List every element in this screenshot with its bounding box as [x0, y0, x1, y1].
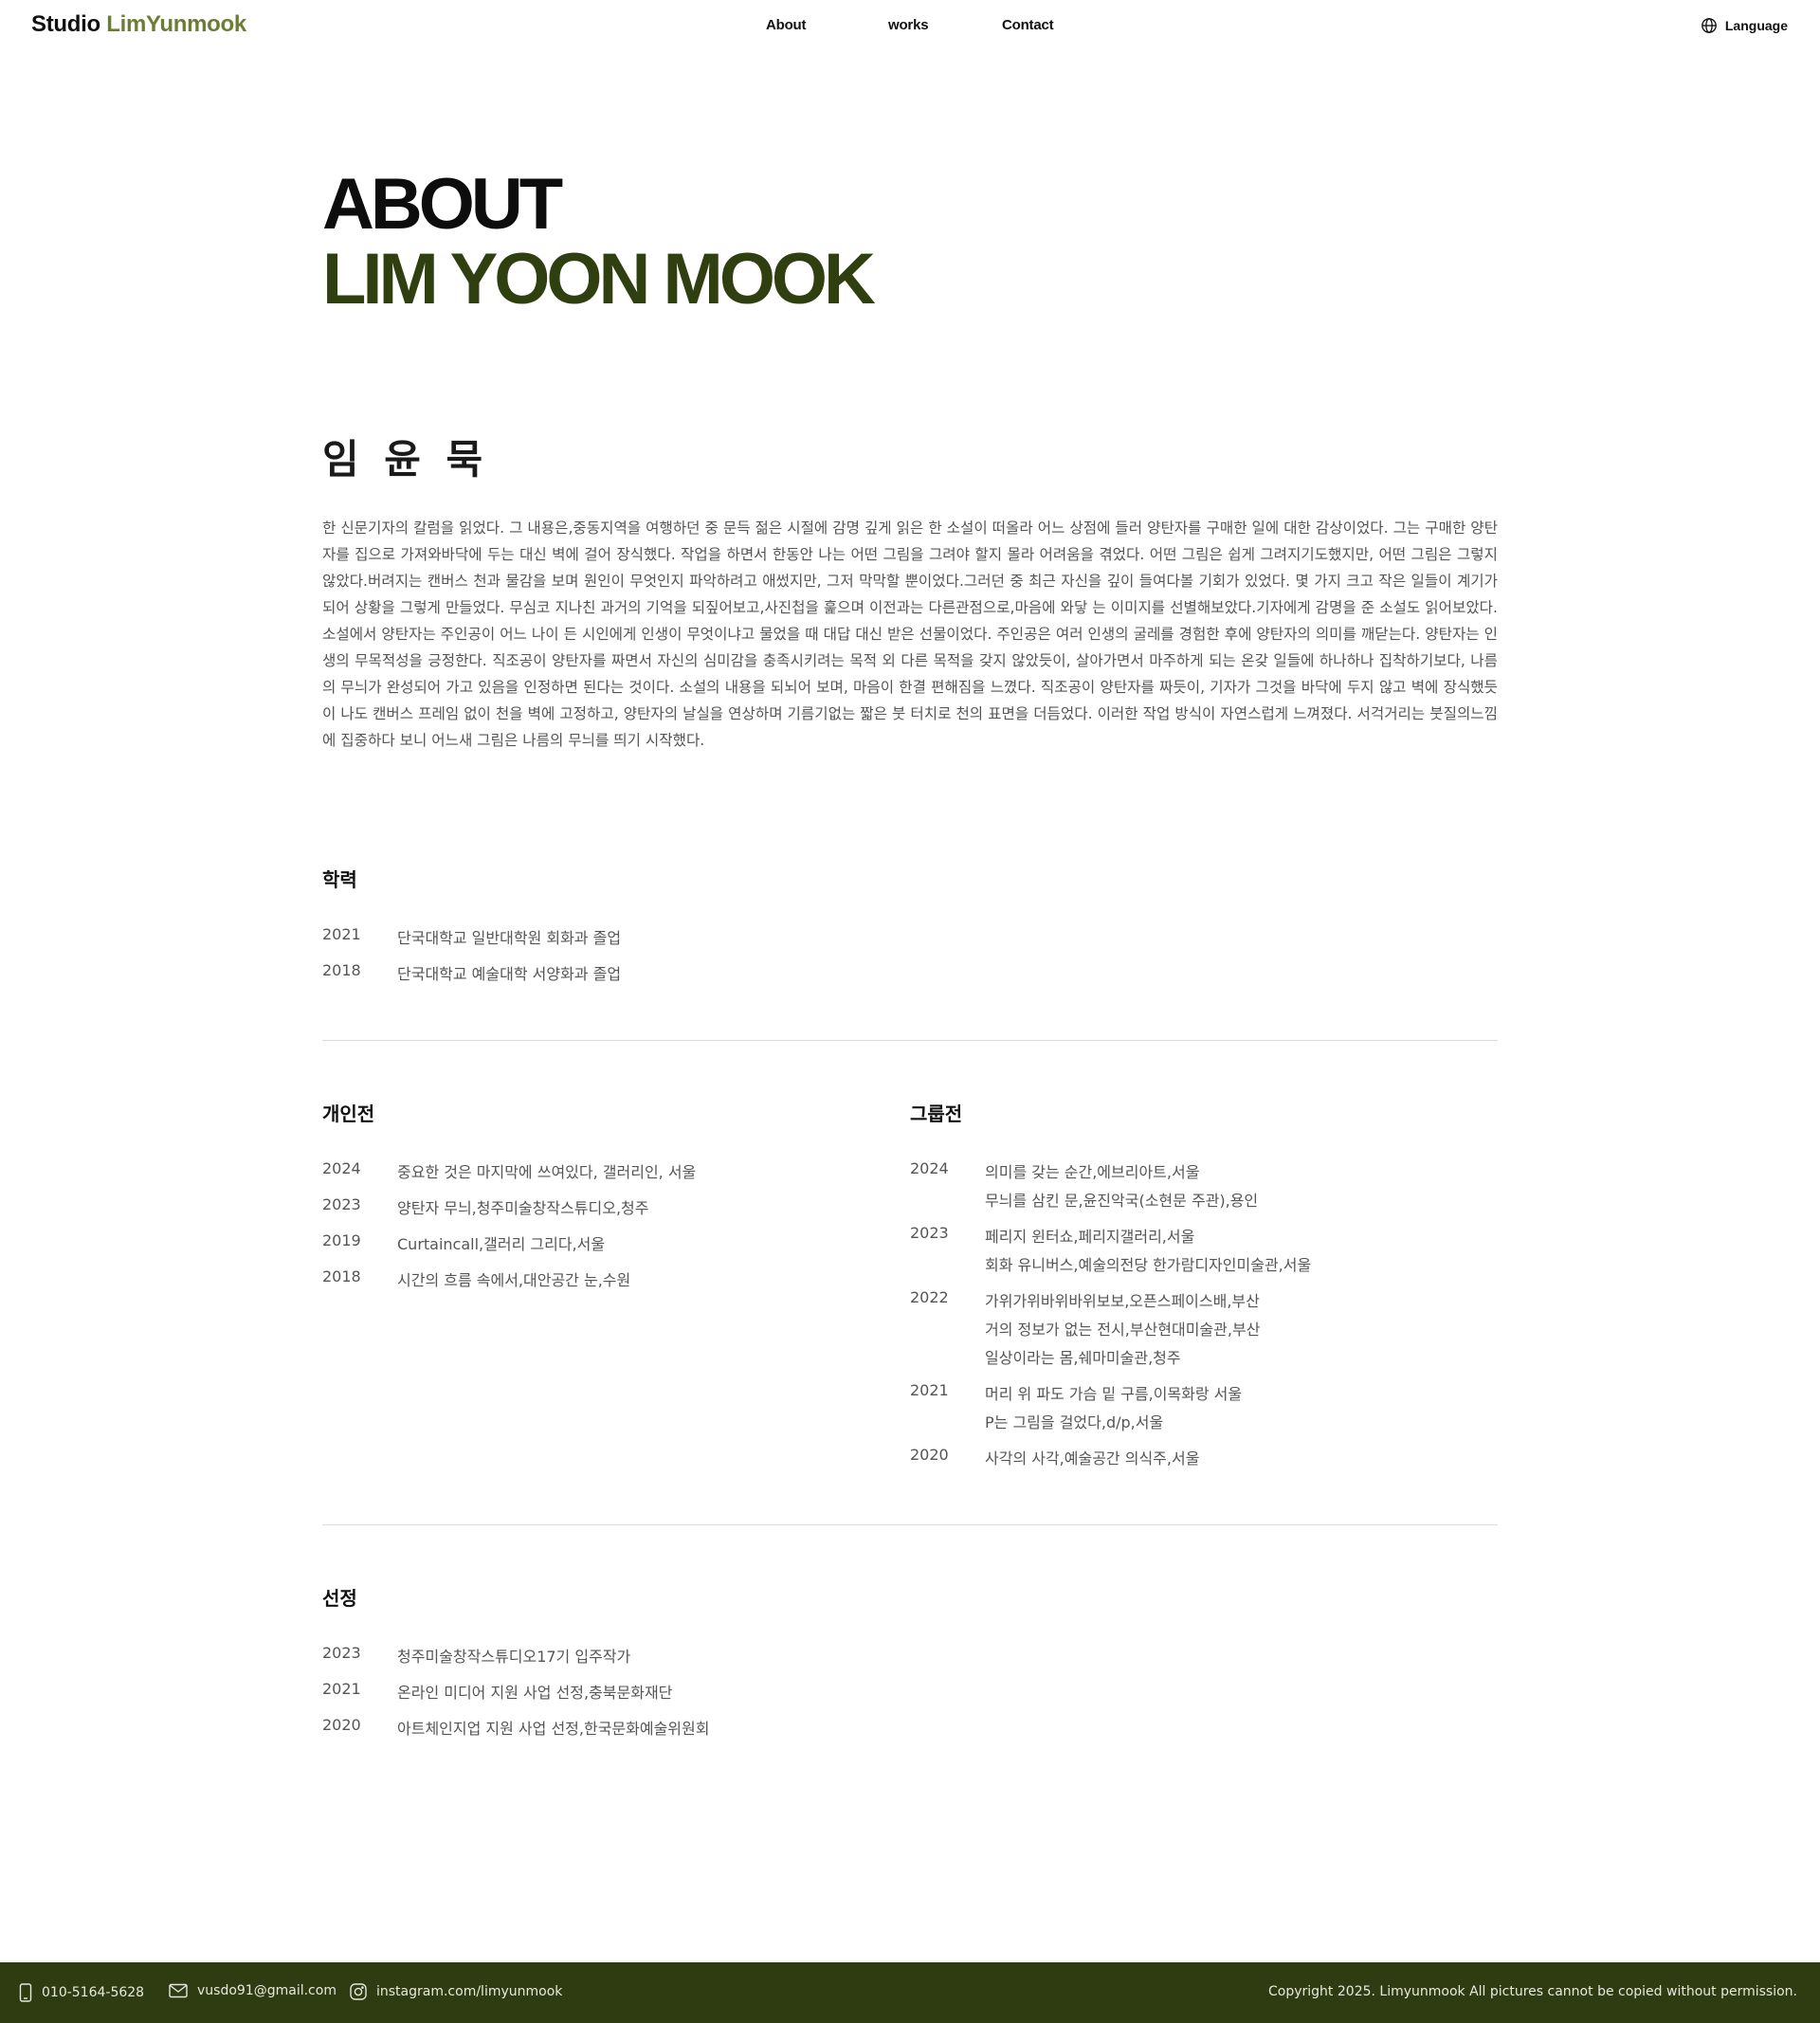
nav-about[interactable]: About: [766, 17, 807, 33]
mail-icon: [169, 1983, 188, 1998]
divider: [322, 1524, 1498, 1525]
item-text: 의미를 갖는 순간,에브리아트,서울: [985, 1163, 1200, 1181]
item-year: 2023: [322, 1644, 361, 1662]
item-year: 2018: [322, 961, 361, 979]
email-address: vusdo91@gmail.com: [197, 1983, 337, 1998]
item-year: 2018: [322, 1267, 361, 1285]
item-text: 머리 위 파도 가슴 밑 구름,이목화랑 서울: [985, 1385, 1243, 1403]
item-text: Curtaincall,갤러리 그리다,서울: [397, 1235, 606, 1253]
artist-statement: 한 신문기자의 칼럼을 읽었다. 그 내용은,중동지역을 여행하던 중 문득 젊…: [322, 519, 1498, 749]
nav-contact[interactable]: Contact: [1002, 17, 1054, 33]
item-text: 온라인 미디어 지원 사업 선정,충북문화재단: [397, 1684, 673, 1702]
item-text: 사각의 사각,예술공간 의식주,서울: [985, 1449, 1200, 1467]
footer-instagram[interactable]: instagram.com/limyunmook: [350, 1983, 562, 2000]
group-exhibitions-title: 그룹전: [910, 1103, 963, 1125]
item-text: 페리지 윈터쇼,페리지갤러리,서울: [985, 1228, 1195, 1246]
korean-name: 임 윤 묵: [322, 436, 489, 483]
item-text: 청주미술창작스튜디오17기 입주작가: [397, 1648, 631, 1666]
globe-icon: [1701, 17, 1718, 34]
item-text: 회화 유니버스,예술의전당 한가람디자인미술관,서울: [985, 1256, 1312, 1274]
divider: [322, 1040, 1498, 1041]
item-year: 2023: [322, 1195, 361, 1213]
site-footer: 010-5164-5628 vusdo91@gmail.com instagra…: [0, 1962, 1820, 2023]
item-text: 양탄자 무늬,청주미술창작스튜디오,청주: [397, 1199, 649, 1217]
item-text: 무늬를 삼킨 문,윤진악국(소현문 주관),용인: [985, 1192, 1259, 1210]
item-year: 2020: [322, 1716, 361, 1734]
item-text: 시간의 흐름 속에서,대안공간 눈,수원: [397, 1271, 631, 1289]
item-year: 2021: [910, 1381, 949, 1399]
selection-title: 선정: [322, 1587, 357, 1610]
item-text: 단국대학교 일반대학원 회화과 졸업: [397, 929, 622, 947]
phone-icon: [19, 1983, 32, 2002]
item-text: P는 그림을 걸었다,d/p,서울: [985, 1413, 1164, 1431]
page-title: ABOUT LIM YOON MOOK: [322, 164, 876, 319]
item-text: 중요한 것은 마지막에 쓰여있다, 갤러리인, 서울: [397, 1163, 697, 1181]
item-text: 거의 정보가 없는 전시,부산현대미술관,부산: [985, 1321, 1261, 1339]
item-year: 2019: [322, 1231, 361, 1249]
footer-email[interactable]: vusdo91@gmail.com: [169, 1983, 337, 1998]
item-year: 2024: [322, 1159, 361, 1177]
nav-works[interactable]: works: [888, 17, 929, 33]
solo-exhibitions-title: 개인전: [322, 1103, 375, 1125]
site-header: Studio LimYunmook About works Contact La…: [0, 0, 1820, 53]
title-about: ABOUT: [322, 164, 563, 245]
language-button[interactable]: Language: [1701, 17, 1788, 34]
copyright-text: Copyright 2025. Limyunmook All pictures …: [1268, 1984, 1797, 1999]
language-label: Language: [1724, 18, 1788, 33]
education-title: 학력: [322, 868, 357, 891]
title-artist-name: LIM YOON MOOK: [322, 239, 876, 319]
item-year: 2023: [910, 1224, 949, 1242]
item-year: 2022: [910, 1288, 949, 1306]
item-year: 2024: [910, 1159, 949, 1177]
item-year: 2021: [322, 925, 361, 943]
item-year: 2021: [322, 1680, 361, 1698]
main-nav: About works Contact: [0, 17, 1820, 38]
item-text: 일상이라는 몸,쉐마미술관,청주: [985, 1349, 1181, 1367]
instagram-handle: instagram.com/limyunmook: [376, 1984, 563, 1999]
footer-phone[interactable]: 010-5164-5628: [19, 1983, 144, 2002]
item-text: 아트체인지업 지원 사업 선정,한국문화예술위원회: [397, 1720, 710, 1738]
item-text: 가위가위바위바위보보,오픈스페이스배,부산: [985, 1292, 1260, 1310]
item-year: 2020: [910, 1446, 949, 1464]
item-text: 단국대학교 예술대학 서양화과 졸업: [397, 965, 622, 983]
phone-number: 010-5164-5628: [42, 1985, 145, 2000]
instagram-icon: [350, 1983, 367, 2000]
